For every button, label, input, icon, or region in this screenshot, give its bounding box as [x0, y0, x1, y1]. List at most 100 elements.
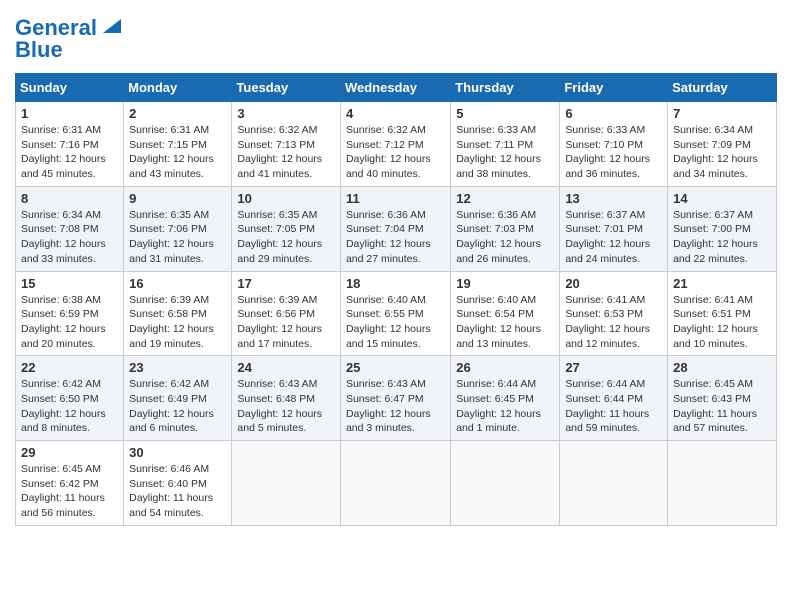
calendar-cell: [560, 441, 668, 526]
logo-blue-text: Blue: [15, 37, 63, 63]
day-info: Sunrise: 6:45 AM Sunset: 6:42 PM Dayligh…: [21, 462, 118, 521]
weekday-header: Tuesday: [232, 74, 341, 102]
day-info: Sunrise: 6:36 AM Sunset: 7:04 PM Dayligh…: [346, 208, 445, 267]
day-number: 23: [129, 360, 226, 375]
day-info: Sunrise: 6:33 AM Sunset: 7:11 PM Dayligh…: [456, 123, 554, 182]
calendar-cell: 4 Sunrise: 6:32 AM Sunset: 7:12 PM Daylig…: [340, 102, 450, 187]
day-info: Sunrise: 6:39 AM Sunset: 6:58 PM Dayligh…: [129, 293, 226, 352]
calendar-week-row: 22 Sunrise: 6:42 AM Sunset: 6:50 PM Dayli…: [16, 356, 777, 441]
day-number: 12: [456, 191, 554, 206]
calendar-cell: 1 Sunrise: 6:31 AM Sunset: 7:16 PM Daylig…: [16, 102, 124, 187]
calendar-cell: 8 Sunrise: 6:34 AM Sunset: 7:08 PM Daylig…: [16, 186, 124, 271]
calendar-cell: 15 Sunrise: 6:38 AM Sunset: 6:59 PM Dayli…: [16, 271, 124, 356]
calendar-cell: 17 Sunrise: 6:39 AM Sunset: 6:56 PM Dayli…: [232, 271, 341, 356]
day-info: Sunrise: 6:41 AM Sunset: 6:53 PM Dayligh…: [565, 293, 662, 352]
calendar-cell: 6 Sunrise: 6:33 AM Sunset: 7:10 PM Daylig…: [560, 102, 668, 187]
day-info: Sunrise: 6:31 AM Sunset: 7:15 PM Dayligh…: [129, 123, 226, 182]
calendar-week-row: 29Sunrise: 6:45 AM Sunset: 6:42 PM Dayli…: [16, 441, 777, 526]
day-number: 19: [456, 276, 554, 291]
day-number: 28: [673, 360, 771, 375]
calendar-week-row: 8 Sunrise: 6:34 AM Sunset: 7:08 PM Daylig…: [16, 186, 777, 271]
day-info: Sunrise: 6:35 AM Sunset: 7:06 PM Dayligh…: [129, 208, 226, 267]
day-info: Sunrise: 6:32 AM Sunset: 7:12 PM Dayligh…: [346, 123, 445, 182]
calendar-week-row: 15 Sunrise: 6:38 AM Sunset: 6:59 PM Dayli…: [16, 271, 777, 356]
calendar-cell: 30Sunrise: 6:46 AM Sunset: 6:40 PM Dayli…: [124, 441, 232, 526]
calendar-cell: [668, 441, 777, 526]
day-number: 25: [346, 360, 445, 375]
calendar-cell: 24Sunrise: 6:43 AM Sunset: 6:48 PM Dayli…: [232, 356, 341, 441]
day-info: Sunrise: 6:37 AM Sunset: 7:00 PM Dayligh…: [673, 208, 771, 267]
calendar-cell: 25 Sunrise: 6:43 AM Sunset: 6:47 PM Dayli…: [340, 356, 450, 441]
day-info: Sunrise: 6:38 AM Sunset: 6:59 PM Dayligh…: [21, 293, 118, 352]
calendar-cell: 16 Sunrise: 6:39 AM Sunset: 6:58 PM Dayli…: [124, 271, 232, 356]
calendar-cell: 27 Sunrise: 6:44 AM Sunset: 6:44 PM Dayli…: [560, 356, 668, 441]
day-number: 3: [237, 106, 335, 121]
day-info: Sunrise: 6:37 AM Sunset: 7:01 PM Dayligh…: [565, 208, 662, 267]
calendar-cell: 11 Sunrise: 6:36 AM Sunset: 7:04 PM Dayli…: [340, 186, 450, 271]
day-number: 5: [456, 106, 554, 121]
calendar-cell: [340, 441, 450, 526]
day-info: Sunrise: 6:44 AM Sunset: 6:44 PM Dayligh…: [565, 377, 662, 436]
calendar-cell: 10 Sunrise: 6:35 AM Sunset: 7:05 PM Dayli…: [232, 186, 341, 271]
calendar-cell: [232, 441, 341, 526]
weekday-header: Saturday: [668, 74, 777, 102]
page-header: General Blue: [15, 15, 777, 63]
day-number: 22: [21, 360, 118, 375]
day-number: 8: [21, 191, 118, 206]
calendar-week-row: 1 Sunrise: 6:31 AM Sunset: 7:16 PM Daylig…: [16, 102, 777, 187]
weekday-header: Sunday: [16, 74, 124, 102]
day-info: Sunrise: 6:32 AM Sunset: 7:13 PM Dayligh…: [237, 123, 335, 182]
day-info: Sunrise: 6:34 AM Sunset: 7:08 PM Dayligh…: [21, 208, 118, 267]
weekday-header: Friday: [560, 74, 668, 102]
day-info: Sunrise: 6:39 AM Sunset: 6:56 PM Dayligh…: [237, 293, 335, 352]
day-info: Sunrise: 6:41 AM Sunset: 6:51 PM Dayligh…: [673, 293, 771, 352]
day-info: Sunrise: 6:40 AM Sunset: 6:54 PM Dayligh…: [456, 293, 554, 352]
day-number: 18: [346, 276, 445, 291]
calendar-header-row: SundayMondayTuesdayWednesdayThursdayFrid…: [16, 74, 777, 102]
calendar-cell: 18Sunrise: 6:40 AM Sunset: 6:55 PM Dayli…: [340, 271, 450, 356]
day-number: 2: [129, 106, 226, 121]
day-number: 30: [129, 445, 226, 460]
day-info: Sunrise: 6:36 AM Sunset: 7:03 PM Dayligh…: [456, 208, 554, 267]
calendar-cell: 2 Sunrise: 6:31 AM Sunset: 7:15 PM Daylig…: [124, 102, 232, 187]
day-number: 20: [565, 276, 662, 291]
day-info: Sunrise: 6:42 AM Sunset: 6:50 PM Dayligh…: [21, 377, 118, 436]
logo-arrow-icon: [99, 15, 121, 37]
day-number: 1: [21, 106, 118, 121]
calendar-cell: 21 Sunrise: 6:41 AM Sunset: 6:51 PM Dayli…: [668, 271, 777, 356]
day-number: 17: [237, 276, 335, 291]
day-info: Sunrise: 6:43 AM Sunset: 6:48 PM Dayligh…: [237, 377, 335, 436]
day-info: Sunrise: 6:31 AM Sunset: 7:16 PM Dayligh…: [21, 123, 118, 182]
calendar-cell: 9 Sunrise: 6:35 AM Sunset: 7:06 PM Daylig…: [124, 186, 232, 271]
day-info: Sunrise: 6:34 AM Sunset: 7:09 PM Dayligh…: [673, 123, 771, 182]
calendar-cell: 26Sunrise: 6:44 AM Sunset: 6:45 PM Dayli…: [451, 356, 560, 441]
day-number: 9: [129, 191, 226, 206]
day-info: Sunrise: 6:42 AM Sunset: 6:49 PM Dayligh…: [129, 377, 226, 436]
calendar-cell: 19 Sunrise: 6:40 AM Sunset: 6:54 PM Dayli…: [451, 271, 560, 356]
calendar-cell: 5 Sunrise: 6:33 AM Sunset: 7:11 PM Daylig…: [451, 102, 560, 187]
day-info: Sunrise: 6:33 AM Sunset: 7:10 PM Dayligh…: [565, 123, 662, 182]
weekday-header: Wednesday: [340, 74, 450, 102]
day-number: 27: [565, 360, 662, 375]
day-number: 14: [673, 191, 771, 206]
day-number: 6: [565, 106, 662, 121]
day-number: 21: [673, 276, 771, 291]
day-number: 26: [456, 360, 554, 375]
day-number: 11: [346, 191, 445, 206]
day-info: Sunrise: 6:35 AM Sunset: 7:05 PM Dayligh…: [237, 208, 335, 267]
calendar-cell: [451, 441, 560, 526]
weekday-header: Monday: [124, 74, 232, 102]
day-number: 13: [565, 191, 662, 206]
calendar-cell: 23 Sunrise: 6:42 AM Sunset: 6:49 PM Dayli…: [124, 356, 232, 441]
day-number: 16: [129, 276, 226, 291]
day-number: 15: [21, 276, 118, 291]
calendar-cell: 14 Sunrise: 6:37 AM Sunset: 7:00 PM Dayli…: [668, 186, 777, 271]
logo: General Blue: [15, 15, 121, 63]
day-info: Sunrise: 6:43 AM Sunset: 6:47 PM Dayligh…: [346, 377, 445, 436]
day-number: 4: [346, 106, 445, 121]
calendar-cell: 7Sunrise: 6:34 AM Sunset: 7:09 PM Daylig…: [668, 102, 777, 187]
day-number: 10: [237, 191, 335, 206]
calendar-cell: 22 Sunrise: 6:42 AM Sunset: 6:50 PM Dayli…: [16, 356, 124, 441]
calendar-cell: 29Sunrise: 6:45 AM Sunset: 6:42 PM Dayli…: [16, 441, 124, 526]
day-info: Sunrise: 6:45 AM Sunset: 6:43 PM Dayligh…: [673, 377, 771, 436]
